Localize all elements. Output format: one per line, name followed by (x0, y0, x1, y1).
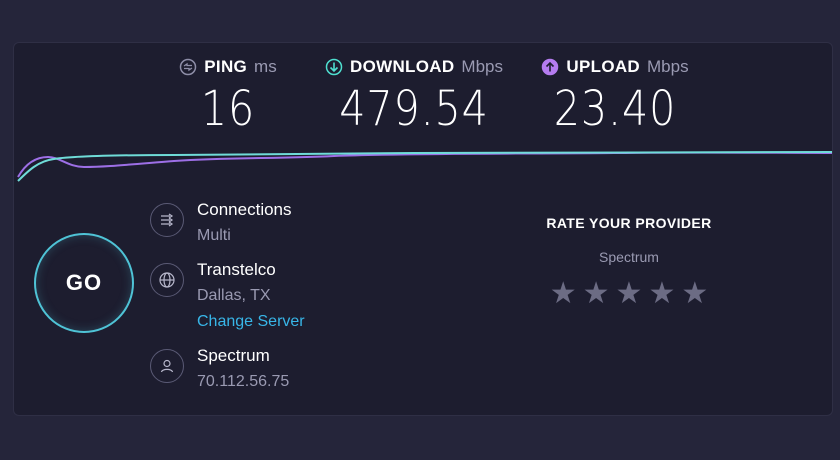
user-icon (150, 349, 184, 383)
upload-label: UPLOAD (566, 57, 640, 76)
isp-text: Spectrum 70.112.56.75 (197, 345, 289, 393)
rate-provider-name: Spectrum (599, 249, 659, 265)
star-2-icon[interactable]: ★ (583, 279, 610, 309)
ping-value: 16 (200, 81, 256, 137)
isp-name: Spectrum (197, 346, 270, 365)
connections-text: Connections Multi (197, 199, 292, 247)
download-graph-line (17, 151, 832, 182)
ping-icon (179, 58, 197, 76)
upload-metric: UPLOAD Mbps 23.40 (530, 57, 700, 133)
rate-provider-section: RATE YOUR PROVIDER Spectrum ★ ★ ★ ★ ★ (534, 215, 724, 309)
ip-address: 70.112.56.75 (197, 373, 290, 390)
star-5-icon[interactable]: ★ (681, 279, 708, 309)
upload-value: 23.40 (553, 81, 677, 137)
server-name: Transtelco (197, 260, 276, 279)
connections-icon[interactable] (150, 203, 184, 237)
ping-label: PING (204, 57, 248, 76)
download-metric: DOWNLOAD Mbps 479.54 (314, 57, 514, 133)
ping-unit: ms (254, 57, 277, 76)
star-4-icon[interactable]: ★ (648, 279, 675, 309)
go-label: GO (65, 270, 103, 295)
upload-header: UPLOAD Mbps (530, 57, 700, 77)
star-3-icon[interactable]: ★ (616, 279, 643, 309)
server-location: Dallas, TX (197, 287, 271, 304)
change-server-link[interactable]: Change Server (197, 311, 305, 333)
speed-graph (17, 151, 832, 182)
upload-graph-line (17, 151, 832, 178)
star-rating: ★ ★ ★ ★ ★ (534, 279, 724, 309)
ping-metric: PING ms 16 (168, 57, 288, 133)
speed-test-panel: PING ms 16 DOWNLOAD Mbps 479.54 UPLOAD M… (13, 42, 833, 416)
globe-icon (150, 263, 184, 297)
server-text: Transtelco Dallas, TX Change Server (197, 259, 305, 333)
download-arrow-icon (325, 58, 343, 76)
upload-unit: Mbps (647, 57, 689, 76)
download-header: DOWNLOAD Mbps (314, 57, 514, 77)
upload-arrow-icon (541, 58, 559, 76)
star-1-icon[interactable]: ★ (550, 279, 577, 309)
download-label: DOWNLOAD (350, 57, 455, 76)
connections-title: Connections (197, 200, 292, 219)
ping-header: PING ms (168, 57, 288, 77)
download-unit: Mbps (461, 57, 503, 76)
connections-value: Multi (197, 227, 231, 244)
download-value: 479.54 (339, 81, 489, 137)
go-button[interactable]: GO (34, 233, 134, 333)
rate-provider-title: RATE YOUR PROVIDER (546, 215, 712, 231)
